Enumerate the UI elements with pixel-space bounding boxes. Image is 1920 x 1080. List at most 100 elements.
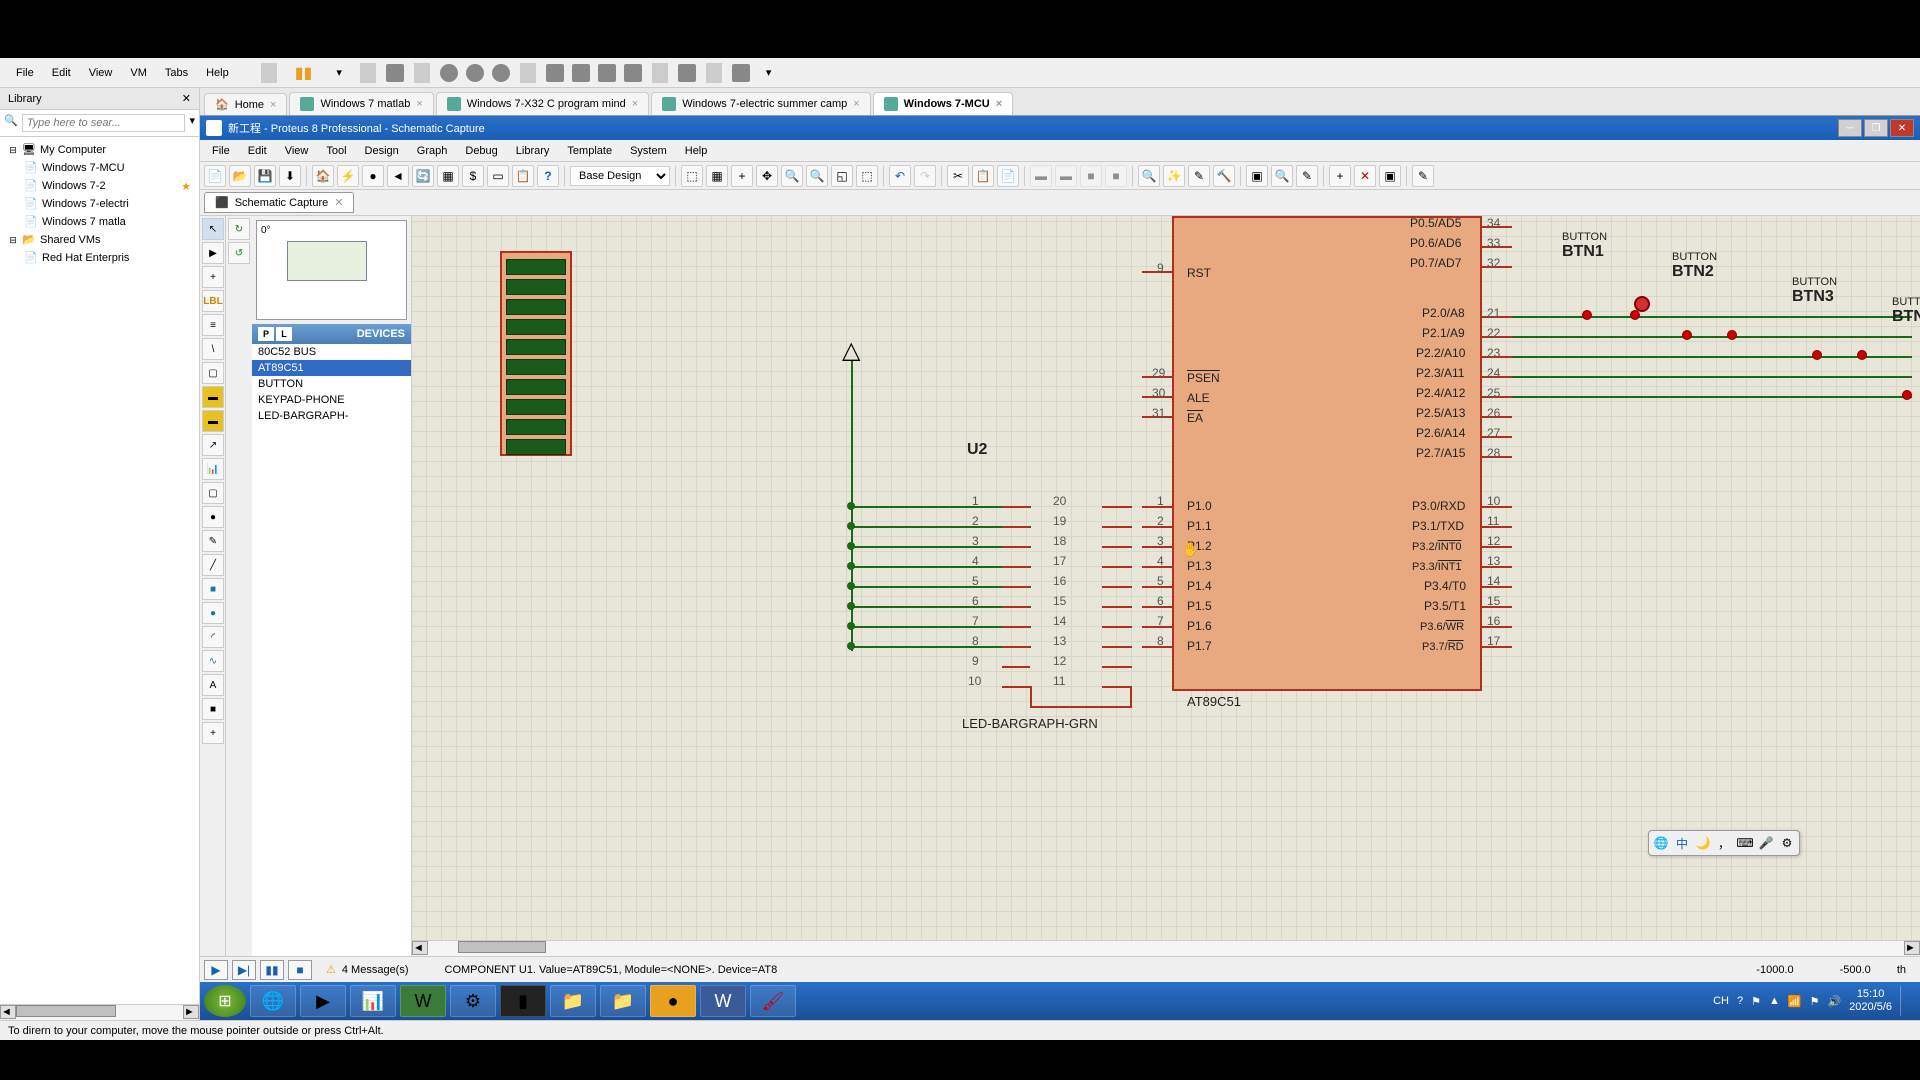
unity-icon[interactable] xyxy=(732,64,750,82)
vm-menu-vm[interactable]: VM xyxy=(122,63,155,83)
tree-shared-vms[interactable]: ⊟ 📂 Shared VMs xyxy=(4,231,195,249)
tree-vm-mcu[interactable]: 📄Windows 7-MCU xyxy=(20,159,195,177)
task-app1[interactable]: ⚙ xyxy=(450,985,496,1017)
menu-file[interactable]: File xyxy=(204,143,238,159)
home-button[interactable]: 🏠 xyxy=(312,165,334,187)
h-scrollbar[interactable] xyxy=(428,941,1904,956)
task-app5[interactable]: 🖌 xyxy=(750,985,796,1017)
tool3-button[interactable]: ◄ xyxy=(387,165,409,187)
grid2-button[interactable]: ▦ xyxy=(706,165,728,187)
tool-c-button[interactable]: ✎ xyxy=(1296,165,1318,187)
tab-electric[interactable]: Windows 7-electric summer camp× xyxy=(651,92,870,115)
scroll-left-icon[interactable]: ◄ xyxy=(0,1005,16,1019)
junction-tool[interactable]: + xyxy=(202,266,224,288)
tool2-button[interactable]: ● xyxy=(362,165,384,187)
pause-icon[interactable]: ▮▮ xyxy=(287,59,321,87)
close-tab-icon[interactable]: × xyxy=(996,98,1002,110)
tool-e-button[interactable]: ✕ xyxy=(1354,165,1376,187)
fit2-icon[interactable] xyxy=(572,64,590,82)
zoomin-button[interactable]: 🔍 xyxy=(781,165,803,187)
open-button[interactable]: 📂 xyxy=(229,165,251,187)
ft-globe-icon[interactable]: 🌐 xyxy=(1652,834,1670,852)
tree-my-computer[interactable]: ⊟ 🖥 My Computer xyxy=(4,141,195,159)
tab-matlab[interactable]: Windows 7 matlab× xyxy=(289,92,433,115)
show-desktop-button[interactable] xyxy=(1900,986,1908,1016)
tape-tool[interactable]: 📊 xyxy=(202,458,224,480)
tray-flag-icon[interactable]: ⚑ xyxy=(1751,995,1761,1008)
tree-vm-matlab[interactable]: 📄Windows 7 matla xyxy=(20,213,195,231)
stop-button[interactable]: ■ xyxy=(288,960,312,980)
tool-g-button[interactable]: ✎ xyxy=(1412,165,1434,187)
play-button[interactable]: ▶ xyxy=(204,960,228,980)
fit1-icon[interactable] xyxy=(546,64,564,82)
dropdown-icon[interactable]: ▾ xyxy=(328,62,350,83)
design-dropdown[interactable]: Base Design xyxy=(570,166,670,186)
vm-menu-tabs[interactable]: Tabs xyxy=(157,63,196,83)
device-80c52[interactable]: 80C52 BUS xyxy=(252,344,411,360)
task-media[interactable]: ▶ xyxy=(300,985,346,1017)
menu-design[interactable]: Design xyxy=(357,143,407,159)
tool6-button[interactable]: $ xyxy=(462,165,484,187)
align3-button[interactable]: ■ xyxy=(1080,165,1102,187)
vm-menu-view[interactable]: View xyxy=(81,63,121,83)
tool8-button[interactable]: 📋 xyxy=(512,165,534,187)
align4-button[interactable]: ■ xyxy=(1105,165,1127,187)
pin-tool[interactable]: ▬ xyxy=(202,410,224,432)
tray-net-icon[interactable]: 📶 xyxy=(1788,995,1802,1008)
arc-tool[interactable]: ◜ xyxy=(202,626,224,648)
pause-button[interactable]: ▮▮ xyxy=(260,960,284,980)
vm-menu-edit[interactable]: Edit xyxy=(44,63,79,83)
line-tool[interactable]: ╱ xyxy=(202,554,224,576)
menu-edit[interactable]: Edit xyxy=(240,143,275,159)
menu-view[interactable]: View xyxy=(277,143,317,159)
instrument-tool[interactable]: ✎ xyxy=(202,530,224,552)
task-app2[interactable]: 📁 xyxy=(600,985,646,1017)
device-button[interactable]: BUTTON xyxy=(252,376,411,392)
language-indicator[interactable]: CH xyxy=(1713,995,1729,1007)
tray-vol-icon[interactable]: 🔊 xyxy=(1827,995,1841,1008)
help-button[interactable]: ? xyxy=(537,165,559,187)
menu-debug[interactable]: Debug xyxy=(457,143,505,159)
menu-template[interactable]: Template xyxy=(559,143,620,159)
fit3-icon[interactable] xyxy=(598,64,616,82)
find-button[interactable]: 🔍 xyxy=(1138,165,1160,187)
zoomall-button[interactable]: ◱ xyxy=(831,165,853,187)
tab-cprogram[interactable]: Windows 7-X32 C program mind× xyxy=(436,92,649,115)
cut-button[interactable]: ✂ xyxy=(947,165,969,187)
rotate-ccw-button[interactable]: ↺ xyxy=(228,242,250,264)
tool5-button[interactable]: ▦ xyxy=(437,165,459,187)
symbol-tool[interactable]: ■ xyxy=(202,698,224,720)
clock2-icon[interactable] xyxy=(466,64,484,82)
ft-keyboard-icon[interactable]: ⌨ xyxy=(1736,834,1754,852)
label-tool[interactable]: LBL xyxy=(202,290,224,312)
device-bargraph[interactable]: LED-BARGRAPH- xyxy=(252,408,411,424)
task-cmd[interactable]: ▮ xyxy=(500,985,546,1017)
graph-tool[interactable]: ↗ xyxy=(202,434,224,456)
align1-button[interactable]: ▬ xyxy=(1030,165,1052,187)
tree-vm-electri[interactable]: 📄Windows 7-electri xyxy=(20,195,195,213)
origin-button[interactable]: + xyxy=(731,165,753,187)
close-library-icon[interactable]: ✕ xyxy=(182,92,191,105)
menu-tool[interactable]: Tool xyxy=(318,143,354,159)
text2-tool[interactable]: A xyxy=(202,674,224,696)
task-ie[interactable]: 🌐 xyxy=(250,985,296,1017)
align2-button[interactable]: ▬ xyxy=(1055,165,1077,187)
component-tool[interactable]: ▶ xyxy=(202,242,224,264)
fullscreen-icon[interactable] xyxy=(678,64,696,82)
zoomout-button[interactable]: 🔍 xyxy=(806,165,828,187)
tree-rhel[interactable]: 📄Red Hat Enterpris xyxy=(20,249,195,267)
device-at89c51[interactable]: AT89C51 xyxy=(252,360,411,376)
gen-tool[interactable]: ▢ xyxy=(202,482,224,504)
terminal-tool[interactable]: ▬ xyxy=(202,386,224,408)
close-tab-icon[interactable]: × xyxy=(270,99,276,111)
tool-b-button[interactable]: 🔍 xyxy=(1271,165,1293,187)
zoomarea-button[interactable]: ⬚ xyxy=(856,165,878,187)
copy-button[interactable]: 📋 xyxy=(972,165,994,187)
tab-mcu[interactable]: Windows 7-MCU× xyxy=(873,92,1014,115)
redo-button[interactable]: ↷ xyxy=(914,165,936,187)
pen-button[interactable]: ✎ xyxy=(1188,165,1210,187)
tab-home[interactable]: 🏠Home× xyxy=(204,93,287,115)
menu-library[interactable]: Library xyxy=(508,143,558,159)
device-list[interactable]: 80C52 BUS AT89C51 BUTTON KEYPAD-PHONE LE… xyxy=(252,344,411,956)
grid1-button[interactable]: ⬚ xyxy=(681,165,703,187)
